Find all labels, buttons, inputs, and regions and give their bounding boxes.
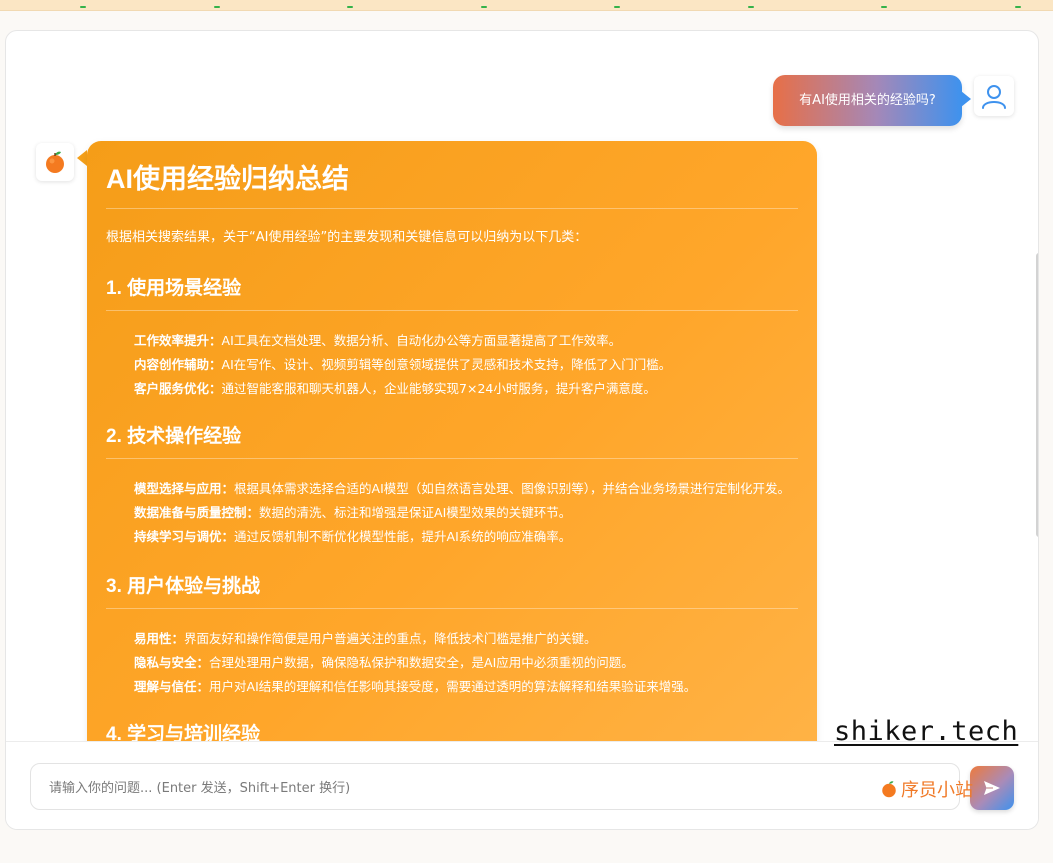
orange-icon — [882, 781, 896, 798]
strip-mark — [347, 6, 353, 8]
list-item: 模型选择与应用：根据具体需求选择合适的AI模型（如自然语言处理、图像识别等），并… — [134, 477, 798, 501]
brand-text: 序员小站 — [901, 780, 973, 801]
list-item: 易用性：界面友好和操作简便是用户普遍关注的重点，降低技术门槛是推广的关键。 — [134, 627, 798, 651]
item-key: 数据准备与质量控制： — [134, 505, 260, 520]
item-key: 易用性： — [134, 631, 185, 646]
scrollbar-thumb[interactable] — [1036, 253, 1038, 537]
orange-icon — [46, 151, 64, 173]
top-strip — [0, 0, 1053, 11]
reply-section: 3. 用户体验与挑战 易用性：界面友好和操作简便是用户普遍关注的重点，降低技术门… — [106, 571, 798, 699]
item-key: 客户服务优化： — [134, 381, 222, 396]
item-text: AI在写作、设计、视频剪辑等创意领域提供了灵感和技术支持，降低了入门门槛。 — [221, 357, 672, 372]
item-key: 内容创作辅助： — [134, 357, 222, 372]
strip-mark — [214, 6, 220, 8]
item-text: 通过反馈机制不断优化模型性能，提升AI系统的响应准确率。 — [234, 529, 572, 544]
list-item: 隐私与安全：合理处理用户数据，确保隐私保护和数据安全，是AI应用中必须重视的问题… — [134, 651, 798, 675]
strip-mark — [80, 6, 86, 8]
list-item: 持续学习与调优：通过反馈机制不断优化模型性能，提升AI系统的响应准确率。 — [134, 525, 798, 549]
item-text: 界面友好和操作简便是用户普遍关注的重点，降低技术门槛是推广的关键。 — [184, 631, 597, 646]
message-input[interactable] — [47, 776, 811, 800]
strip-mark — [614, 6, 620, 8]
bot-avatar — [36, 143, 74, 181]
item-text: 根据具体需求选择合适的AI模型（如自然语言处理、图像识别等），并结合业务场景进行… — [234, 481, 791, 496]
assistant-message-bubble: AI使用经验归纳总结 根据相关搜索结果，关于“AI使用经验”的主要发现和关键信息… — [87, 141, 817, 781]
brand-label: 序员小站 — [880, 776, 973, 802]
reply-title: AI使用经验归纳总结 — [106, 157, 798, 209]
list-item: 工作效率提升：AI工具在文档处理、数据分析、自动化办公等方面显著提高了工作效率。 — [134, 329, 798, 353]
item-key: 隐私与安全： — [134, 655, 210, 670]
watermark: shiker.tech — [834, 716, 1019, 747]
section-heading: 1. 使用场景经验 — [106, 273, 798, 311]
item-key: 持续学习与调优： — [134, 529, 235, 544]
user-avatar — [974, 76, 1014, 116]
send-button[interactable] — [970, 766, 1014, 810]
user-message-text: 有AI使用相关的经验吗? — [799, 93, 936, 108]
item-text: 通过智能客服和聊天机器人，企业能够实现7×24小时服务，提升客户满意度。 — [221, 381, 656, 396]
list-item: 内容创作辅助：AI在写作、设计、视频剪辑等创意领域提供了灵感和技术支持，降低了入… — [134, 353, 798, 377]
reply-section: 1. 使用场景经验 工作效率提升：AI工具在文档处理、数据分析、自动化办公等方面… — [106, 273, 798, 401]
strip-mark — [881, 6, 887, 8]
strip-mark — [1015, 6, 1021, 8]
message-input-box — [30, 763, 960, 810]
item-text: 用户对AI结果的理解和信任影响其接受度，需要通过透明的算法解释和结果验证来增强。 — [209, 679, 697, 694]
reply-intro: 根据相关搜索结果，关于“AI使用经验”的主要发现和关键信息可以归纳为以下几类： — [106, 230, 588, 245]
user-message-bubble: 有AI使用相关的经验吗? — [773, 75, 971, 126]
item-text: 数据的清洗、标注和增强是保证AI模型效果的关键环节。 — [259, 505, 572, 520]
section-heading: 2. 技术操作经验 — [106, 421, 798, 459]
list-item: 客户服务优化：通过智能客服和聊天机器人，企业能够实现7×24小时服务，提升客户满… — [134, 377, 798, 401]
bot-bubble-tail — [77, 150, 87, 166]
item-text: 合理处理用户数据，确保隐私保护和数据安全，是AI应用中必须重视的问题。 — [209, 655, 634, 670]
item-key: 理解与信任： — [134, 679, 210, 694]
item-text: AI工具在文档处理、数据分析、自动化办公等方面显著提高了工作效率。 — [221, 333, 622, 348]
reply-section: 2. 技术操作经验 模型选择与应用：根据具体需求选择合适的AI模型（如自然语言处… — [106, 421, 798, 549]
user-icon — [982, 85, 1006, 109]
list-item: 理解与信任：用户对AI结果的理解和信任影响其接受度，需要通过透明的算法解释和结果… — [134, 675, 798, 699]
strip-mark — [748, 6, 754, 8]
item-key: 工作效率提升： — [134, 333, 222, 348]
send-icon — [984, 781, 1000, 795]
strip-mark — [481, 6, 487, 8]
item-key: 模型选择与应用： — [134, 481, 235, 496]
list-item: 数据准备与质量控制：数据的清洗、标注和增强是保证AI模型效果的关键环节。 — [134, 501, 798, 525]
section-heading: 3. 用户体验与挑战 — [106, 571, 798, 609]
chat-panel: 有AI使用相关的经验吗? AI使用经验归纳总结 根据相关搜索结果，关于“AI使用… — [5, 30, 1039, 830]
